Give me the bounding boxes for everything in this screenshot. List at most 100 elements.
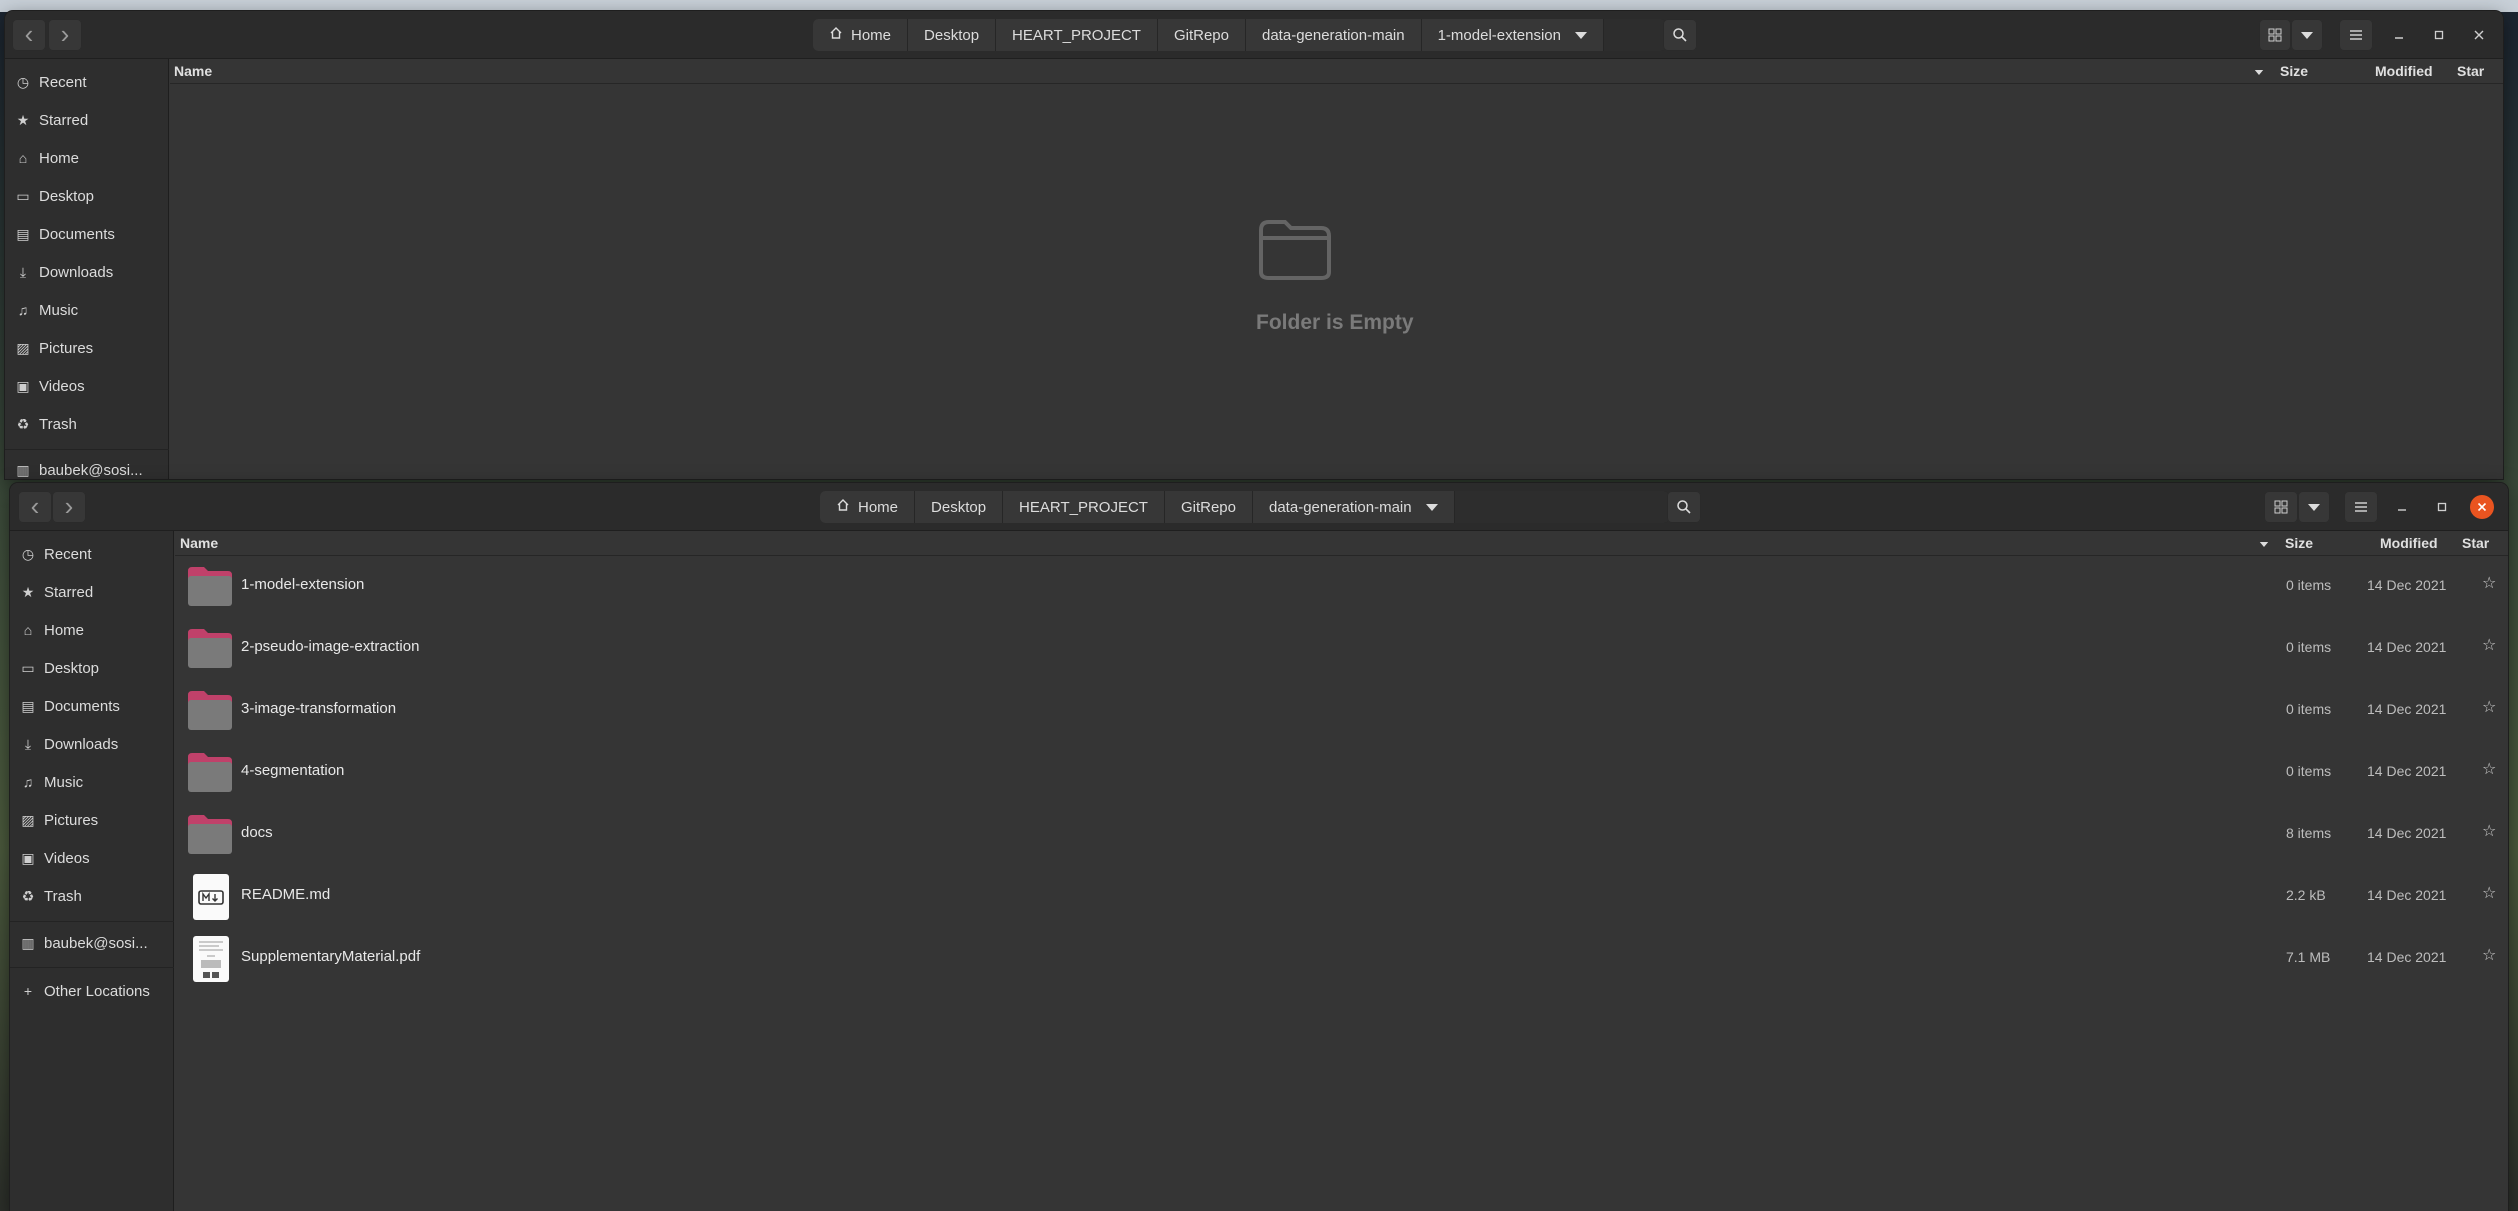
table-row[interactable]: docs 8 items 14 Dec 2021 ☆ bbox=[10, 804, 2508, 866]
file-size: 8 items bbox=[2286, 825, 2332, 841]
sidebar-item-label: Trash bbox=[39, 415, 77, 433]
table-row[interactable]: 3-image-transformation 0 items 14 Dec 20… bbox=[10, 680, 2508, 742]
maximize-button[interactable] bbox=[2430, 495, 2454, 519]
file-size: 2.2 kB bbox=[2286, 887, 2326, 903]
file-size: 0 items bbox=[2286, 577, 2332, 593]
sort-descending-icon bbox=[2254, 70, 2264, 75]
table-row[interactable]: SupplementaryMaterial.pdf 7.1 MB 14 Dec … bbox=[10, 928, 2508, 990]
table-row[interactable]: 2-pseudo-image-extraction 0 items 14 Dec… bbox=[10, 618, 2508, 680]
view-toggle-button[interactable] bbox=[2259, 19, 2291, 51]
view-options-button[interactable] bbox=[2298, 491, 2330, 523]
file-size: 0 items bbox=[2286, 763, 2332, 779]
sidebar-item-starred[interactable]: ★ Starred bbox=[5, 101, 169, 139]
crumb-1-model-extension[interactable]: 1-model-extension bbox=[1421, 19, 1604, 51]
crumb-desktop[interactable]: Desktop bbox=[908, 19, 997, 51]
close-button[interactable] bbox=[2470, 495, 2494, 519]
close-button[interactable] bbox=[2467, 23, 2491, 47]
minimize-button[interactable] bbox=[2390, 495, 2414, 519]
sidebar-separator bbox=[5, 449, 169, 450]
table-row[interactable]: 4-segmentation 0 items 14 Dec 2021 ☆ bbox=[10, 742, 2508, 804]
documents-icon: ▤ bbox=[16, 225, 30, 242]
column-header-divider bbox=[170, 83, 2503, 84]
sidebar: ◷ Recent ★ Starred ⌂ Home ▭ Desktop ▤ Documen… bbox=[5, 59, 169, 479]
file-name: SupplementaryMaterial.pdf bbox=[241, 948, 421, 965]
file-name: 3-image-transformation bbox=[241, 700, 397, 717]
sort-descending-icon bbox=[2259, 542, 2269, 547]
star-icon[interactable]: ☆ bbox=[2482, 700, 2498, 716]
minimize-icon bbox=[2395, 37, 2403, 39]
column-header-name[interactable]: Name bbox=[180, 532, 218, 554]
menu-button[interactable] bbox=[2339, 19, 2373, 51]
download-icon: ⤓ bbox=[19, 263, 27, 280]
crumb-heart-project[interactable]: HEART_PROJECT bbox=[1003, 491, 1165, 523]
column-header-name[interactable]: Name bbox=[174, 60, 212, 82]
file-manager-window-back: ‹ › Home Desktop HEART_PROJECT GitRepo d… bbox=[5, 11, 2503, 479]
sidebar-item-videos[interactable]: ▣ Videos bbox=[5, 367, 169, 405]
column-label: Size bbox=[2285, 535, 2314, 551]
sidebar-item-home[interactable]: ⌂ Home bbox=[5, 139, 169, 177]
column-header-size[interactable]: Size bbox=[2280, 60, 2308, 82]
folder-icon bbox=[188, 691, 232, 730]
star-icon[interactable]: ☆ bbox=[2482, 886, 2498, 902]
menu-button[interactable] bbox=[2344, 491, 2378, 523]
file-modified: 14 Dec 2021 bbox=[2367, 887, 2447, 903]
search-button[interactable] bbox=[1663, 19, 1697, 51]
sidebar-item-network-drive[interactable]: ▥ baubek@sosi... bbox=[5, 451, 169, 479]
crumb-gitrepo[interactable]: GitRepo bbox=[1164, 491, 1253, 523]
forward-button[interactable]: › bbox=[52, 491, 86, 523]
star-icon[interactable]: ☆ bbox=[2482, 638, 2498, 654]
star-icon: ★ bbox=[16, 111, 30, 128]
sidebar-item-downloads[interactable]: ⤓ Downloads bbox=[5, 253, 169, 291]
file-name: 1-model-extension bbox=[241, 576, 365, 593]
star-icon[interactable]: ☆ bbox=[2482, 948, 2498, 964]
crumb-gitrepo[interactable]: GitRepo bbox=[1157, 19, 1246, 51]
star-icon[interactable]: ☆ bbox=[2482, 824, 2498, 840]
sidebar-item-desktop[interactable]: ▭ Desktop bbox=[5, 177, 169, 215]
crumb-label: Home bbox=[851, 26, 892, 44]
forward-button[interactable]: › bbox=[48, 19, 82, 51]
sidebar-item-trash[interactable]: ♻ Trash bbox=[5, 405, 169, 443]
search-button[interactable] bbox=[1667, 491, 1701, 523]
table-row[interactable]: README.md 2.2 kB 14 Dec 2021 ☆ bbox=[10, 866, 2508, 928]
star-icon[interactable]: ☆ bbox=[2482, 576, 2498, 592]
sidebar-item-recent[interactable]: ◷ Recent bbox=[5, 63, 169, 101]
back-button[interactable]: ‹ bbox=[18, 491, 52, 523]
column-header-modified[interactable]: Modified bbox=[2380, 532, 2438, 554]
crumb-data-generation-main[interactable]: data-generation-main bbox=[1246, 19, 1422, 51]
crumb-home[interactable]: Home bbox=[820, 491, 916, 523]
close-icon bbox=[2474, 30, 2484, 40]
hamburger-menu-icon bbox=[2350, 30, 2362, 40]
crumb-desktop[interactable]: Desktop bbox=[915, 491, 1004, 523]
crumb-label: GitRepo bbox=[1173, 26, 1229, 44]
column-header-modified[interactable]: Modified bbox=[2375, 60, 2433, 82]
column-header-star[interactable]: Star bbox=[2457, 60, 2484, 82]
minimize-button[interactable] bbox=[2387, 23, 2411, 47]
drive-icon: ▥ bbox=[16, 461, 30, 478]
table-row[interactable]: 1-model-extension 0 items 14 Dec 2021 ☆ bbox=[10, 556, 2508, 618]
crumb-label: data-generation-main bbox=[1269, 498, 1412, 516]
crumb-heart-project[interactable]: HEART_PROJECT bbox=[996, 19, 1158, 51]
file-modified: 14 Dec 2021 bbox=[2367, 825, 2447, 841]
sidebar-item-label: Home bbox=[39, 149, 80, 167]
column-label: Star bbox=[2462, 535, 2490, 551]
crumb-label: HEART_PROJECT bbox=[1012, 26, 1141, 44]
view-toggle-button[interactable] bbox=[2264, 491, 2298, 523]
grid-view-icon bbox=[2268, 28, 2282, 42]
column-header-star[interactable]: Star bbox=[2462, 532, 2489, 554]
sidebar-item-label: baubek@sosi... bbox=[39, 461, 143, 479]
sidebar-item-music[interactable]: ♫ Music bbox=[5, 291, 169, 329]
crumb-data-generation-main[interactable]: data-generation-main bbox=[1253, 491, 1455, 523]
chevron-down-icon bbox=[2308, 503, 2320, 511]
video-icon: ▣ bbox=[16, 377, 30, 394]
sidebar-item-documents[interactable]: ▤ Documents bbox=[5, 215, 169, 253]
search-icon bbox=[1673, 28, 1687, 42]
crumb-label: 1-model-extension bbox=[1437, 26, 1561, 44]
star-icon[interactable]: ☆ bbox=[2482, 762, 2498, 778]
sidebar-item-pictures[interactable]: ▨ Pictures bbox=[5, 329, 169, 367]
back-button[interactable]: ‹ bbox=[12, 19, 46, 51]
column-header-size[interactable]: Size bbox=[2285, 532, 2313, 554]
crumb-home[interactable]: Home bbox=[813, 19, 909, 51]
chevron-down-icon bbox=[1425, 503, 1438, 511]
view-options-button[interactable] bbox=[2291, 19, 2323, 51]
maximize-button[interactable] bbox=[2427, 23, 2451, 47]
